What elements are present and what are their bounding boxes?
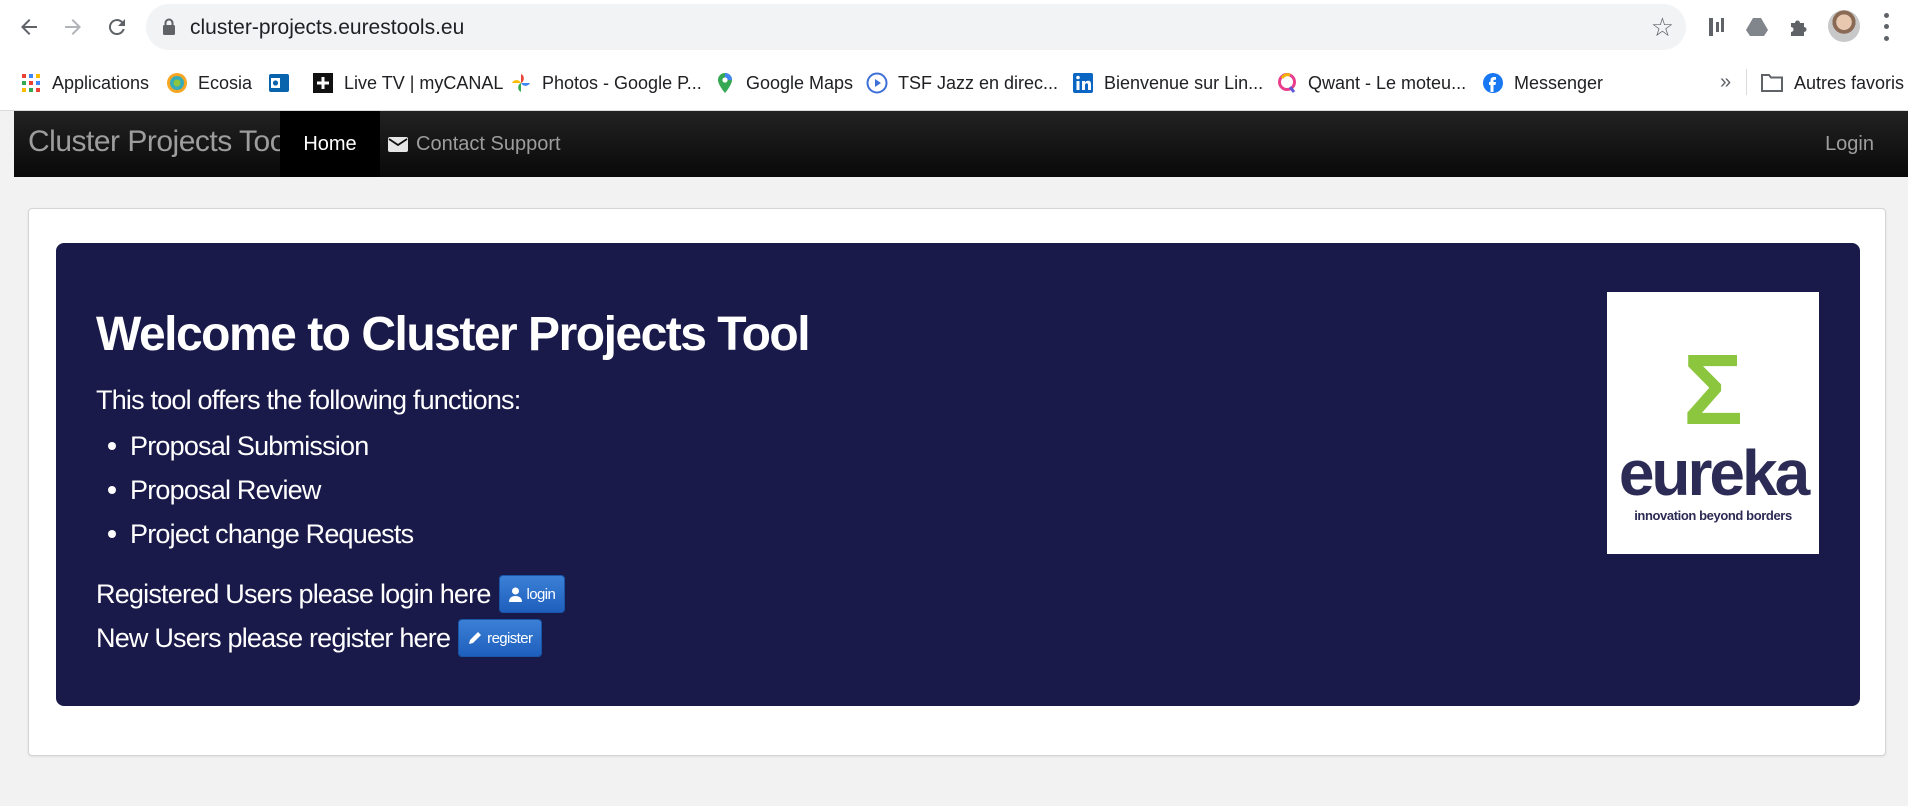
logo-tagline: innovation beyond borders [1634, 508, 1792, 523]
drive-icon[interactable] [1740, 10, 1774, 44]
bullet-icon [108, 530, 116, 538]
puzzle-extensions-icon[interactable] [1782, 10, 1816, 44]
ecosia-icon [167, 73, 187, 93]
bookmark-other-folder[interactable]: Autres favoris [1760, 69, 1904, 97]
extension-bars-icon[interactable] [1700, 10, 1734, 44]
register-button-label: register [487, 629, 533, 647]
outlook-icon [269, 74, 289, 92]
bookmark-messenger[interactable]: Messenger [1482, 69, 1603, 97]
bookmarks-overflow-chevron[interactable]: » [1720, 71, 1731, 94]
browser-menu-icon[interactable] [1876, 10, 1896, 44]
lock-icon [163, 18, 175, 35]
intro-text: This tool offers the following functions… [96, 385, 521, 415]
sigma-logo-mark: Σ [1682, 334, 1743, 446]
feature-label: Proposal Review [130, 474, 321, 505]
qwant-icon [1278, 73, 1296, 93]
google-photos-icon [512, 74, 530, 92]
address-bar[interactable]: cluster-projects.eurestools.eu ☆ [146, 4, 1686, 50]
bookmark-outlook[interactable] [268, 69, 300, 97]
bookmark-label: Qwant - Le moteu... [1308, 72, 1467, 93]
envelope-icon [388, 136, 408, 152]
divider [1746, 69, 1747, 95]
user-icon [508, 587, 522, 602]
bookmark-tsf-jazz[interactable]: TSF Jazz en direc... [866, 69, 1058, 97]
eureka-logo: Σ eureka innovation beyond borders [1607, 292, 1819, 554]
nav-login-label: Login [1825, 132, 1874, 155]
login-prompt-text: Registered Users please login here [96, 578, 491, 609]
folder-icon [1761, 74, 1783, 92]
bullet-icon [108, 442, 116, 450]
logo-wordmark: eureka [1618, 437, 1810, 509]
pencil-icon [469, 632, 482, 644]
bookmark-label: Autres favoris [1794, 72, 1905, 93]
google-maps-icon [718, 73, 732, 93]
back-arrow-icon[interactable] [14, 12, 44, 42]
messenger-icon [1483, 73, 1503, 93]
login-prompt: Registered Users please login here login [96, 575, 566, 613]
reload-icon[interactable] [102, 12, 132, 42]
list-item: Project change Requests [96, 512, 414, 556]
login-button-label: login [526, 585, 556, 603]
feature-label: Project change Requests [130, 518, 414, 549]
apps-grid-icon [22, 74, 40, 92]
nav-contact-label: Contact Support [416, 132, 561, 155]
bookmark-label: Google Maps [746, 72, 854, 93]
bookmark-google-maps[interactable]: Google Maps [714, 69, 853, 97]
feature-list: Proposal Submission Proposal Review Proj… [96, 424, 414, 556]
register-button[interactable]: register [458, 619, 543, 657]
bookmark-label: Bienvenue sur Lin... [1104, 72, 1264, 93]
page-title: Welcome to Cluster Projects Tool [96, 308, 811, 361]
bookmark-label: Ecosia [198, 72, 253, 93]
welcome-jumbotron: Welcome to Cluster Projects Tool This to… [56, 243, 1860, 706]
profile-avatar[interactable] [1828, 10, 1860, 42]
list-item: Proposal Review [96, 468, 413, 512]
nav-contact-support[interactable]: Contact Support [388, 111, 561, 177]
bookmarks-bar: Applications Ecosia Live TV | myCANAL Ph… [0, 55, 1908, 111]
bookmark-mycanal[interactable]: Live TV | myCANAL [312, 69, 503, 97]
bookmark-qwant[interactable]: Qwant - Le moteu... [1276, 69, 1466, 97]
nav-home-label: Home [303, 132, 357, 155]
bookmark-google-photos[interactable]: Photos - Google P... [510, 69, 702, 97]
browser-toolbar: cluster-projects.eurestools.eu ☆ [0, 0, 1908, 55]
site-navbar: Cluster Projects Tool Home Contact Suppo… [14, 111, 1908, 177]
url-text[interactable]: cluster-projects.eurestools.eu [190, 16, 464, 40]
linkedin-icon [1073, 73, 1093, 93]
register-prompt: New Users please register here register [96, 619, 543, 657]
bookmark-ecosia[interactable]: Ecosia [166, 69, 252, 97]
feature-label: Proposal Submission [130, 430, 369, 461]
bookmark-label: TSF Jazz en direc... [898, 72, 1059, 93]
bookmark-label: Messenger [1514, 72, 1604, 93]
mycanal-icon [313, 73, 333, 93]
bookmark-label: Live TV | myCANAL [344, 72, 504, 93]
brand-title[interactable]: Cluster Projects Tool [28, 125, 293, 159]
bookmark-label: Applications [52, 72, 150, 93]
tsf-jazz-icon [866, 72, 888, 94]
forward-arrow-icon[interactable] [58, 12, 88, 42]
bullet-icon [108, 486, 116, 494]
bookmark-applications[interactable]: Applications [20, 69, 149, 97]
nav-home[interactable]: Home [280, 111, 380, 177]
login-button[interactable]: login [498, 575, 566, 613]
bookmark-linkedin[interactable]: Bienvenue sur Lin... [1072, 69, 1263, 97]
bookmark-label: Photos - Google P... [542, 72, 702, 93]
nav-login[interactable]: Login [1825, 111, 1874, 177]
register-prompt-text: New Users please register here [96, 622, 451, 653]
list-item: Proposal Submission [96, 424, 413, 468]
bookmark-star-icon[interactable]: ☆ [1651, 12, 1674, 43]
